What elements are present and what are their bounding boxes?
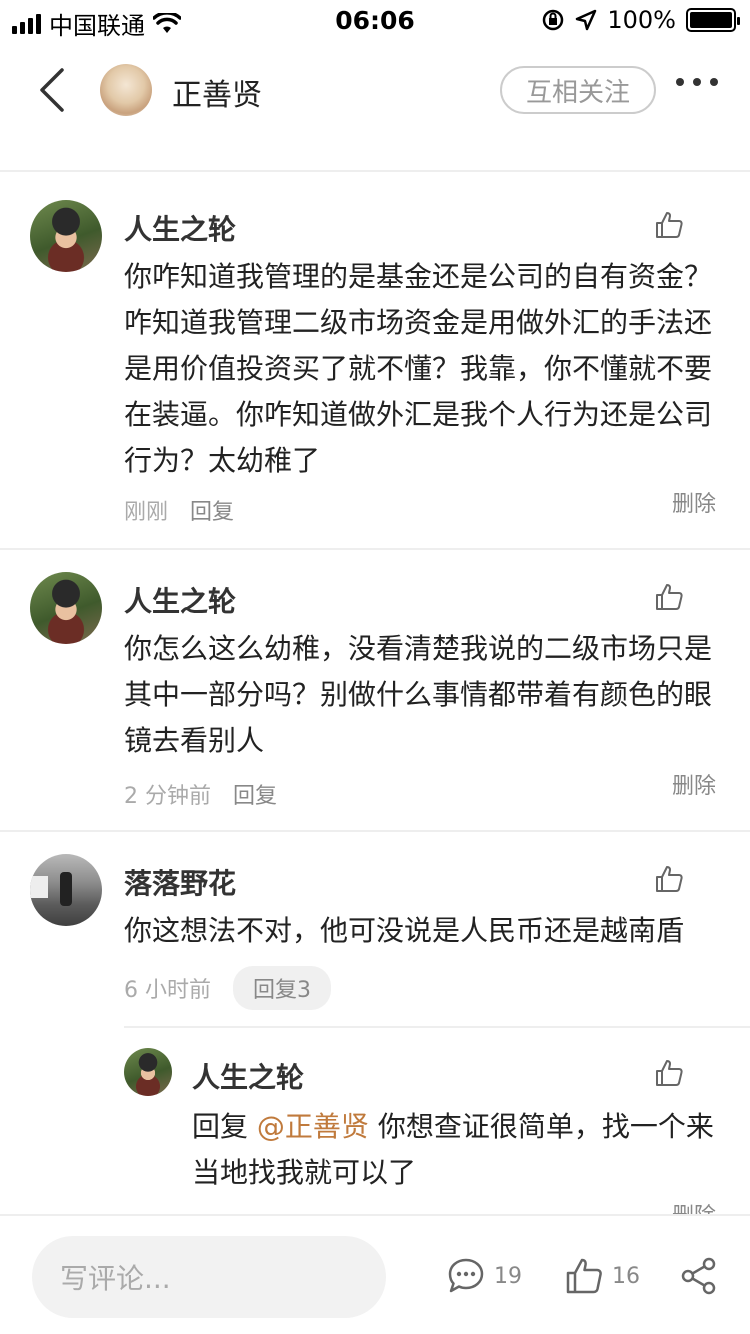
location-icon <box>576 9 597 31</box>
like-icon[interactable] <box>654 1058 684 1088</box>
reply-button[interactable]: 回复 <box>190 494 234 526</box>
comment-username[interactable]: 人生之轮 <box>124 208 236 248</box>
battery-icon <box>686 8 740 32</box>
reply-username[interactable]: 人生之轮 <box>192 1056 304 1096</box>
orientation-lock-icon <box>543 9 564 31</box>
like-icon[interactable] <box>654 864 684 894</box>
comment-text: 你咋知道我管理的是基金还是公司的自有资金？咋知道我管理二级市场资金是用做外汇的手… <box>124 260 713 477</box>
comment-input[interactable]: 写评论... <box>32 1236 386 1318</box>
more-dot-icon <box>676 78 684 86</box>
comment-item: 人生之轮 你咋知道我管理的是基金还是公司的自有资金？咋知道我管理二级市场资金是用… <box>0 170 750 550</box>
delete-button[interactable]: 删除 <box>672 1198 716 1214</box>
avatar[interactable] <box>124 1048 172 1096</box>
comment-time: 2 分钟前 <box>124 784 211 809</box>
comment-text: 你这想法不对，他可没说是人民币还是越南盾 <box>124 914 685 947</box>
like-count: 16 <box>612 1263 640 1289</box>
like-button[interactable]: 16 <box>564 1256 640 1296</box>
comment-time: 刚刚 <box>124 500 169 525</box>
more-dot-icon <box>710 78 718 86</box>
reply-prefix: 回复 <box>192 1110 249 1143</box>
back-button[interactable] <box>32 66 72 114</box>
avatar[interactable] <box>30 200 102 272</box>
comment-meta: 刚刚 回复 <box>124 494 234 526</box>
battery-percent: 100% <box>607 6 676 34</box>
like-icon[interactable] <box>654 210 684 240</box>
like-icon[interactable] <box>654 582 684 612</box>
reply-button[interactable]: 回复 <box>233 778 277 810</box>
nav-bar: 正善贤 互相关注 <box>0 40 750 140</box>
comment-username[interactable]: 人生之轮 <box>124 580 236 620</box>
delete-button[interactable]: 删除 <box>672 486 716 518</box>
comment-item: 人生之轮 你怎么这么幼稚，没看清楚我说的二级市场只是其中一部分吗？别做什么事情都… <box>0 550 750 830</box>
comment-meta: 2 分钟前 回复 <box>124 778 277 810</box>
comments-button[interactable]: 19 <box>446 1256 522 1296</box>
thumbs-up-icon <box>566 1258 602 1294</box>
comment-count: 19 <box>494 1263 522 1289</box>
avatar[interactable] <box>30 854 102 926</box>
comment-meta: 6 小时前 回复3 <box>124 966 331 1010</box>
reply-text: 回复 @正善贤 你想查证很简单，找一个来当地找我就可以了 <box>192 1104 720 1196</box>
comment-bubble-icon <box>448 1258 484 1293</box>
share-icon[interactable] <box>680 1256 718 1296</box>
status-bar: 中国联通 06:06 100% <box>0 0 750 40</box>
delete-button[interactable]: 删除 <box>672 768 716 800</box>
view-replies-button[interactable]: 回复3 <box>233 966 331 1010</box>
comment-time: 6 小时前 <box>124 978 211 1003</box>
nested-reply: 人生之轮 回复 @正善贤 你想查证很简单，找一个来当地找我就可以了 删除 <box>0 1028 750 1214</box>
comment-username[interactable]: 落落野花 <box>124 862 236 902</box>
comment-item: 落落野花 你这想法不对，他可没说是人民币还是越南盾 6 小时前 回复3 <box>0 832 750 1032</box>
author-avatar[interactable] <box>100 64 152 116</box>
bottom-bar: 写评论... 19 16 <box>0 1214 750 1334</box>
page-title: 正善贤 <box>172 78 262 113</box>
avatar[interactable] <box>30 572 102 644</box>
status-right: 100% <box>541 6 740 34</box>
follow-button[interactable]: 互相关注 <box>500 66 656 114</box>
more-dot-icon <box>693 78 701 86</box>
comment-text: 你怎么这么幼稚，没看清楚我说的二级市场只是其中一部分吗？别做什么事情都带着有颜色… <box>124 632 713 757</box>
more-button[interactable] <box>676 78 718 86</box>
mention-link[interactable]: @正善贤 <box>257 1110 369 1143</box>
